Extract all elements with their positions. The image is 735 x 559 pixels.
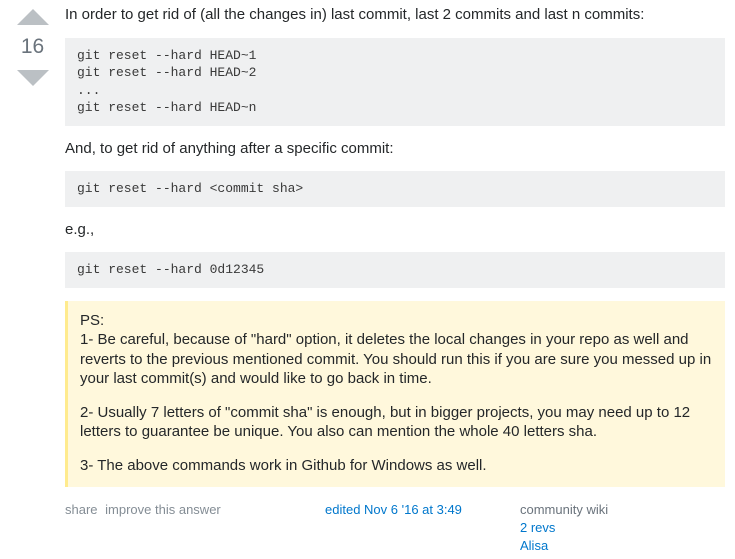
author-link[interactable]: Alisa [520,537,725,555]
post-body: In order to get rid of (all the changes … [55,5,725,554]
code-block-reset-sha: git reset --hard <commit sha> [65,171,725,207]
code-block-reset-n: git reset --hard HEAD~1 git reset --hard… [65,38,725,126]
revisions-link[interactable]: 2 revs [520,519,725,537]
upvote-icon[interactable] [17,9,49,25]
vote-column: 16 [10,5,55,88]
post-menu: share improve this answer edited Nov 6 '… [65,502,725,554]
share-link[interactable]: share [65,502,98,517]
owner-info: community wiki 2 revs Alisa [520,502,725,554]
vote-count: 16 [10,27,55,68]
ps-label: PS: [80,312,104,329]
ps-item-2: 2- Usually 7 letters of "commit sha" is … [80,403,713,442]
ps-item-3: 3- The above commands work in Github for… [80,456,713,476]
community-wiki-label: community wiki [520,502,608,517]
ps-item-1: 1- Be careful, because of "hard" option,… [80,331,711,387]
post-actions: share improve this answer [65,502,325,554]
paragraph-eg: e.g., [65,220,725,240]
code-block-reset-example: git reset --hard 0d12345 [65,252,725,288]
paragraph-specific-commit: And, to get rid of anything after a spec… [65,139,725,159]
edited-link[interactable]: edited Nov 6 '16 at 3:49 [325,502,520,554]
improve-link[interactable]: improve this answer [105,502,221,517]
intro-paragraph: In order to get rid of (all the changes … [65,5,725,25]
answer-container: 16 In order to get rid of (all the chang… [10,5,725,554]
ps-note: PS: 1- Be careful, because of "hard" opt… [65,301,725,488]
downvote-icon[interactable] [17,70,49,86]
